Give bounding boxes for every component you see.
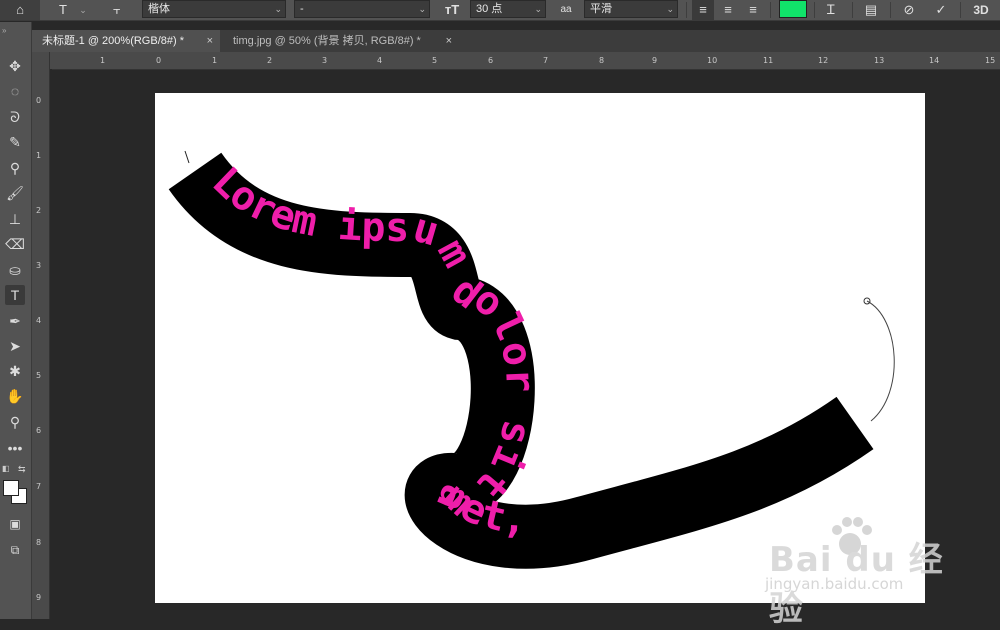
ruler-label: 14 (929, 56, 940, 65)
font-size-value: 30 点 (476, 3, 503, 15)
tab-label: 未标题-1 @ 200%(RGB/8#) * (42, 35, 184, 47)
eraser-tool-icon[interactable]: ⌫ (5, 234, 25, 254)
separator (852, 2, 853, 18)
quick-mask-icon[interactable]: ▣ (5, 514, 25, 534)
font-size-select[interactable]: 30 点 ⌄ (470, 0, 546, 18)
tab-document-2[interactable]: timg.jpg @ 50% (背景 拷贝, RGB/8#) * × (223, 30, 459, 52)
foreground-color-swatch[interactable] (3, 480, 19, 496)
close-icon[interactable]: × (446, 30, 452, 52)
ruler-label: 2 (36, 206, 42, 215)
zoom-tool-icon[interactable]: ⚲ (5, 412, 25, 432)
ruler-label: 5 (432, 56, 438, 65)
ruler-label: 5 (36, 371, 42, 380)
pen-path-curve (866, 300, 895, 422)
marquee-tool-icon[interactable]: ◌ (5, 81, 25, 101)
document-tabs: 未标题-1 @ 200%(RGB/8#) * × timg.jpg @ 50% … (32, 30, 1000, 52)
chevron-down-icon[interactable]: ⌄ (76, 0, 90, 20)
screen-mode-icon[interactable]: ⧉ (5, 540, 25, 560)
home-icon[interactable]: ⌂ (0, 0, 40, 20)
chevron-down-icon: ⌄ (666, 4, 674, 14)
horizontal-ruler[interactable]: 1 0 1 2 3 4 5 6 7 8 9 10 11 12 13 14 15 (52, 52, 1000, 70)
chevron-down-icon: ⌄ (534, 4, 542, 14)
ruler-label: 4 (377, 56, 383, 65)
warp-text-icon[interactable]: Ꮖ (820, 0, 842, 20)
ruler-label: 4 (36, 316, 42, 325)
more-tools-icon[interactable]: ••• (5, 438, 25, 458)
font-size-icon: ᴛT (444, 2, 460, 17)
shape-tool-icon[interactable]: ✱ (5, 361, 25, 381)
quick-select-tool-icon[interactable]: ✎ (5, 132, 25, 152)
options-bar: ⌂ T ⌄ ⫟ 楷体 ⌄ - ⌄ ᴛT 30 点 ⌄ aa 平滑 ⌄ ≡ ≡ ≡… (0, 0, 1000, 21)
ruler-label: 9 (36, 593, 42, 602)
watermark-url: jingyan.baidu.com (765, 575, 904, 593)
font-style-value: - (300, 3, 304, 15)
separator (814, 2, 815, 18)
ruler-label: 1 (100, 56, 106, 65)
close-icon[interactable]: × (207, 30, 213, 52)
ruler-label: 11 (763, 56, 774, 65)
cancel-icon[interactable]: ⊘ (898, 0, 920, 20)
align-right-icon[interactable]: ≡ (742, 0, 764, 20)
tab-document-1[interactable]: 未标题-1 @ 200%(RGB/8#) * × (32, 30, 220, 52)
ruler-label: 7 (543, 56, 549, 65)
path-select-tool-icon[interactable]: ➤ (5, 336, 25, 356)
font-family-value: 楷体 (148, 3, 170, 15)
chevron-down-icon: ⌄ (274, 4, 282, 14)
ruler-label: 1 (212, 56, 218, 65)
separator (960, 2, 961, 18)
ruler-label: 15 (985, 56, 996, 65)
ruler-label: 8 (36, 538, 42, 547)
stamp-tool-icon[interactable]: ⊥ (5, 209, 25, 229)
ruler-label: 10 (707, 56, 718, 65)
baidu-watermark: Bai du 经验 jingyan.baidu.com (755, 512, 955, 629)
vertical-ruler[interactable]: 0 1 2 3 4 5 6 7 8 9 (32, 52, 50, 619)
eyedropper-tool-icon[interactable]: ⚲ (5, 158, 25, 178)
antialias-value: 平滑 (590, 3, 612, 15)
ruler-label: 12 (818, 56, 829, 65)
swap-colors-icon[interactable]: ⇆ (18, 464, 26, 475)
font-family-select[interactable]: 楷体 ⌄ (142, 0, 286, 18)
ruler-label: 0 (36, 96, 42, 105)
move-tool-icon[interactable]: ✥ (5, 56, 25, 76)
align-left-icon[interactable]: ≡ (692, 0, 714, 20)
ruler-label: 7 (36, 482, 42, 491)
ruler-label: 3 (36, 261, 42, 270)
brush-tool-icon[interactable]: 🖌 (5, 183, 25, 203)
hand-tool-icon[interactable]: ✋ (5, 386, 25, 406)
type-tool-icon[interactable]: T (5, 285, 25, 305)
font-style-select[interactable]: - ⌄ (294, 0, 430, 18)
tools-panel: » ✥ ◌ ᘐ ✎ ⚲ 🖌 ⊥ ⌫ ⛀ T ✒ ➤ ✱ ✋ ⚲ ••• ◧ ⇆ … (0, 22, 32, 619)
ruler-label: 13 (874, 56, 885, 65)
commit-check-icon[interactable]: ✓ (930, 0, 952, 20)
align-center-icon[interactable]: ≡ (717, 0, 739, 20)
ruler-label: 9 (652, 56, 658, 65)
paint-bucket-tool-icon[interactable]: ⛀ (5, 260, 25, 280)
separator (770, 2, 771, 18)
ruler-label: 8 (599, 56, 605, 65)
ruler-label: 1 (36, 151, 42, 160)
character-panel-icon[interactable]: ▤ (860, 0, 882, 20)
ruler-label: 3 (322, 56, 328, 65)
pen-tool-icon[interactable]: ✒ (5, 311, 25, 331)
separator (686, 2, 687, 18)
antialias-select[interactable]: 平滑 ⌄ (584, 0, 678, 18)
antialias-icon: aa (560, 4, 572, 15)
tab-label: timg.jpg @ 50% (背景 拷贝, RGB/8#) * (233, 35, 421, 47)
text-tool-preset-icon[interactable]: T (52, 0, 74, 20)
ruler-label: 6 (36, 426, 42, 435)
collapse-panel-icon[interactable]: » (2, 26, 6, 35)
text-color-swatch[interactable] (779, 0, 807, 18)
separator (890, 2, 891, 18)
3d-button[interactable]: 3D (966, 0, 996, 20)
ruler-label: 6 (488, 56, 494, 65)
default-colors-icon[interactable]: ◧ (2, 464, 10, 473)
chevron-down-icon: ⌄ (418, 4, 426, 14)
text-orientation-icon[interactable]: ⫟ (106, 0, 128, 20)
ruler-label: 2 (267, 56, 273, 65)
lasso-tool-icon[interactable]: ᘐ (5, 107, 25, 127)
text-cursor (184, 150, 190, 164)
ruler-label: 0 (156, 56, 162, 65)
